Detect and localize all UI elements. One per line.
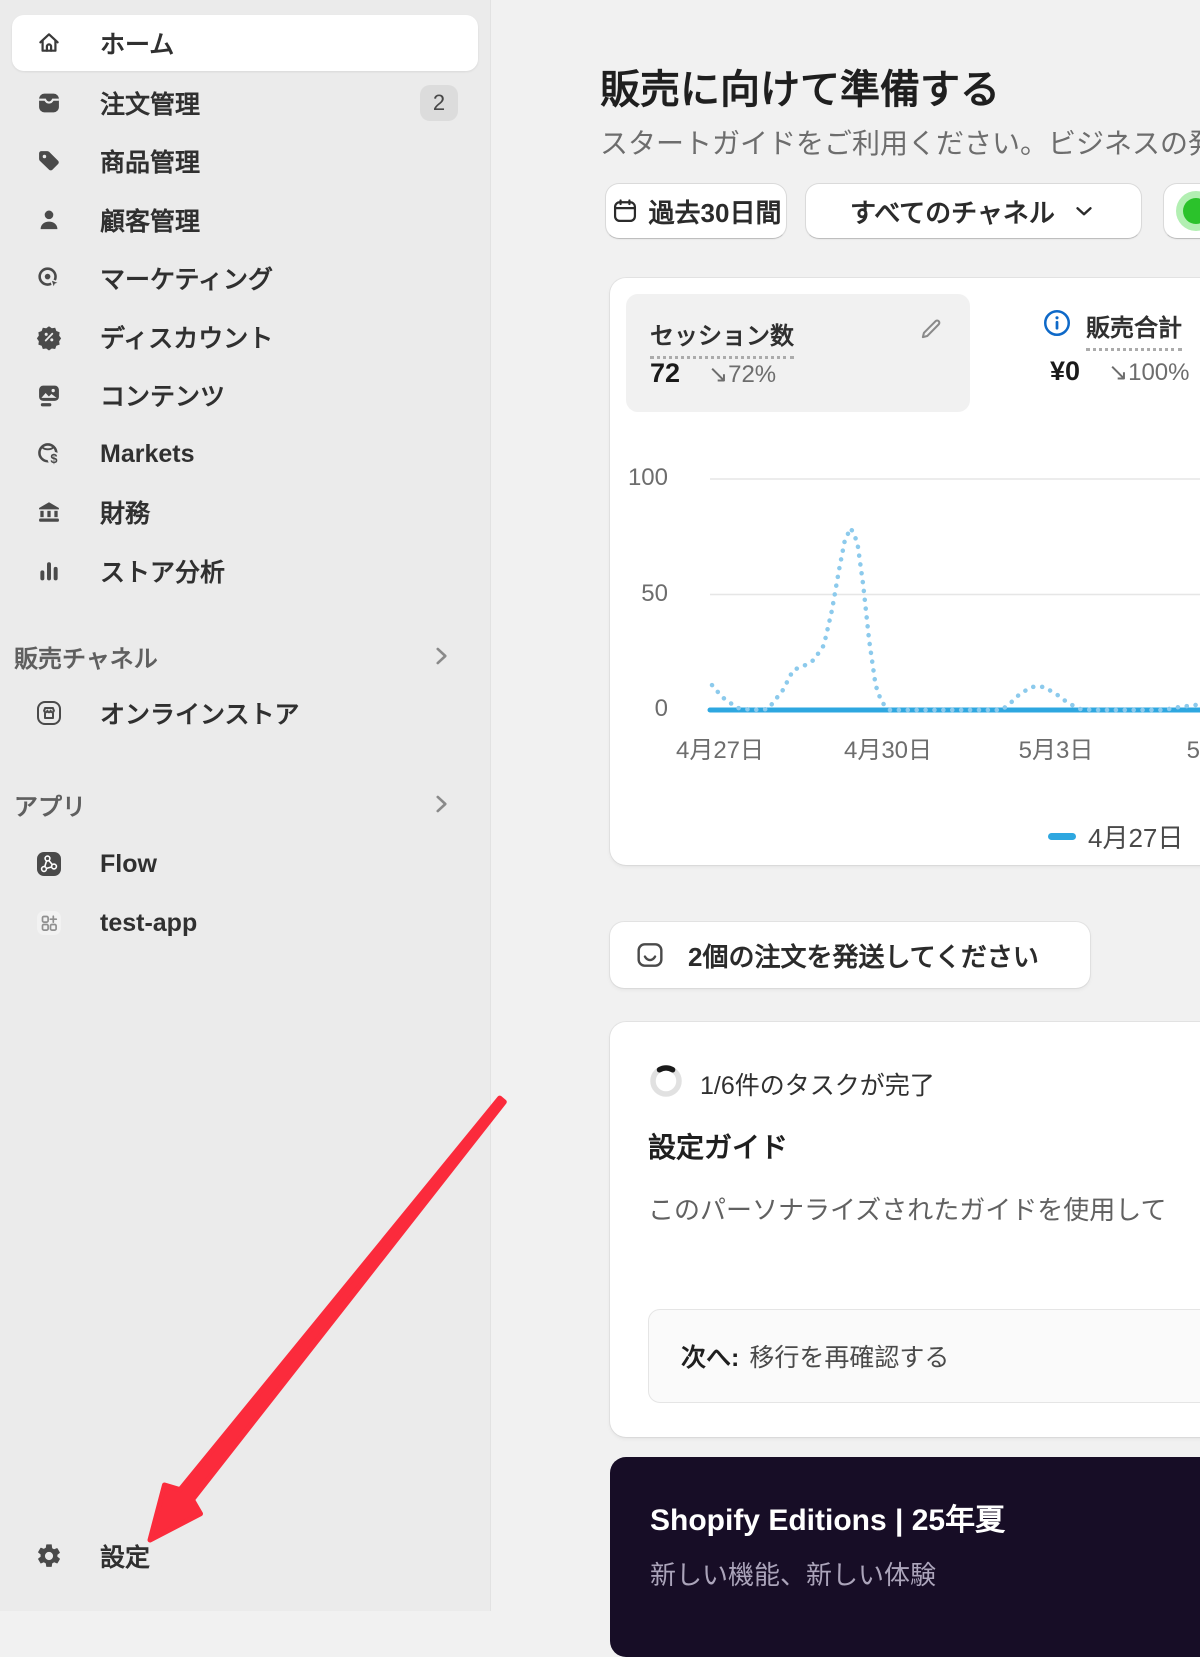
sidebar-item-label: 注文管理 bbox=[100, 85, 200, 121]
next-task-text: 移行を再確認する bbox=[749, 1338, 949, 1374]
online-store-icon bbox=[34, 698, 64, 728]
chevron-right-icon bbox=[428, 791, 454, 817]
x-tick-label: 4月30日 bbox=[818, 730, 958, 765]
editions-title: Shopify Editions | 25年夏 bbox=[650, 1495, 1005, 1539]
chart-legend: 4月27日 bbox=[1048, 818, 1183, 855]
sidebar-item-customers[interactable]: 顧客管理 bbox=[12, 192, 478, 248]
orders-count-badge: 2 bbox=[420, 85, 458, 121]
sessions-chart bbox=[610, 430, 1200, 760]
sidebar-item-test-app[interactable]: test-app bbox=[12, 895, 478, 951]
sidebar-item-label: オンラインストア bbox=[100, 695, 300, 731]
sessions-value: 72 bbox=[650, 358, 680, 389]
apps-title: アプリ bbox=[14, 787, 86, 822]
shopify-admin: { "colors": { "chart_solid": "#2ea7e0", … bbox=[0, 0, 1200, 1611]
channel-filter-label: すべてのチャネル bbox=[850, 193, 1055, 230]
sessions-delta: ↘72% bbox=[708, 360, 776, 389]
editions-subtitle: 新しい機能、新しい体験 bbox=[650, 1555, 936, 1592]
customers-icon bbox=[34, 205, 64, 235]
channel-filter-button[interactable]: すべてのチャネル bbox=[805, 183, 1142, 239]
sidebar-item-label: コンテンツ bbox=[100, 377, 225, 413]
fulfill-orders-banner[interactable]: 2個の注文を発送してください bbox=[610, 922, 1090, 988]
edit-pencil-icon[interactable] bbox=[918, 316, 944, 342]
sidebar-item-marketing[interactable]: マーケティング bbox=[12, 250, 478, 306]
sidebar-item-label: ディスカウント bbox=[100, 319, 273, 355]
sidebar-item-label: Flow bbox=[100, 850, 157, 879]
sidebar-item-analytics[interactable]: ストア分析 bbox=[12, 543, 478, 599]
sidebar-item-label: Markets bbox=[100, 440, 195, 469]
order-box-icon bbox=[634, 939, 666, 971]
next-label: 次へ: bbox=[681, 1338, 739, 1374]
sidebar-item-label: test-app bbox=[100, 909, 197, 938]
sidebar-item-label: ホーム bbox=[100, 25, 174, 61]
page-title: 販売に向けて準備する bbox=[600, 57, 1000, 115]
svg-text:$: $ bbox=[50, 451, 57, 466]
marketing-target-icon bbox=[34, 263, 64, 293]
x-tick-label: 5月6日 bbox=[1154, 730, 1200, 765]
sidebar-item-label: 財務 bbox=[100, 494, 150, 530]
analytics-card: セッション数 72 ↘72% 販売合計 ¥0 ↘100% 050100 4月27… bbox=[610, 278, 1200, 865]
calendar-icon bbox=[611, 197, 639, 225]
chevron-right-icon bbox=[428, 643, 454, 669]
sidebar-item-label: 顧客管理 bbox=[100, 202, 200, 238]
sidebar-item-flow[interactable]: Flow bbox=[12, 836, 478, 892]
sales-value: ¥0 bbox=[1050, 356, 1080, 387]
sales-channels-title: 販売チャネル bbox=[14, 639, 158, 674]
setup-progress-text: 1/6件のタスクが完了 bbox=[700, 1066, 935, 1102]
sidebar: ホーム 注文管理 2 商品管理 顧客管理 bbox=[0, 0, 491, 1611]
sidebar-item-discounts[interactable]: ディスカウント bbox=[12, 309, 478, 365]
sessions-metric-label: セッション数 bbox=[650, 316, 794, 359]
sales-metric-label[interactable]: 販売合計 bbox=[1086, 308, 1182, 351]
gear-icon bbox=[34, 1541, 64, 1571]
analytics-bars-icon bbox=[34, 556, 64, 586]
products-tag-icon bbox=[34, 146, 64, 176]
markets-globe-icon: $ bbox=[34, 439, 64, 469]
date-range-button[interactable]: 過去30日間 bbox=[605, 183, 787, 239]
sales-channels-header[interactable]: 販売チャネル bbox=[14, 636, 476, 676]
next-task-item[interactable]: 次へ: 移行を再確認する bbox=[648, 1309, 1200, 1403]
sidebar-item-online-store[interactable]: オンラインストア bbox=[12, 685, 478, 741]
content-image-icon bbox=[34, 380, 64, 410]
flow-app-icon bbox=[34, 849, 64, 879]
sessions-metric-tile[interactable]: セッション数 72 ↘72% bbox=[626, 294, 970, 412]
sidebar-item-content[interactable]: コンテンツ bbox=[12, 367, 478, 423]
setup-guide-title: 設定ガイド bbox=[648, 1126, 788, 1166]
sidebar-item-orders[interactable]: 注文管理 2 bbox=[12, 75, 478, 131]
x-tick-label: 4月27日 bbox=[650, 730, 790, 765]
fulfill-orders-text: 2個の注文を発送してください bbox=[688, 937, 1039, 974]
x-tick-label: 5月3日 bbox=[986, 730, 1126, 765]
sidebar-item-label: ストア分析 bbox=[100, 553, 225, 589]
legend-line-swatch bbox=[1048, 833, 1076, 840]
orders-icon bbox=[34, 88, 64, 118]
progress-donut bbox=[648, 1063, 684, 1099]
setup-guide-description: このパーソナライズされたガイドを使用して bbox=[648, 1190, 1166, 1227]
info-icon[interactable] bbox=[1042, 308, 1072, 338]
live-view-button[interactable] bbox=[1163, 183, 1200, 239]
finance-bank-icon bbox=[34, 497, 64, 527]
sales-delta: ↘100% bbox=[1108, 358, 1190, 387]
legend-label: 4月27日 bbox=[1088, 818, 1183, 855]
setup-guide-card: 1/6件のタスクが完了 設定ガイド このパーソナライズされたガイドを使用して 次… bbox=[610, 1022, 1200, 1437]
apps-header[interactable]: アプリ bbox=[14, 784, 476, 824]
test-app-icon bbox=[34, 908, 64, 938]
sidebar-item-label: 設定 bbox=[100, 1538, 150, 1574]
sidebar-item-finance[interactable]: 財務 bbox=[12, 484, 478, 540]
discount-icon bbox=[34, 322, 64, 352]
sidebar-item-products[interactable]: 商品管理 bbox=[12, 133, 478, 189]
date-range-label: 過去30日間 bbox=[649, 193, 782, 230]
chevron-down-icon bbox=[1071, 198, 1097, 224]
sidebar-item-label: 商品管理 bbox=[100, 143, 200, 179]
live-dot-icon bbox=[1176, 191, 1200, 231]
editions-card[interactable]: Shopify Editions | 25年夏 新しい機能、新しい体験 bbox=[610, 1457, 1200, 1657]
sidebar-item-markets[interactable]: $ Markets bbox=[12, 426, 478, 482]
sidebar-item-label: マーケティング bbox=[100, 260, 273, 296]
home-icon bbox=[34, 28, 64, 58]
page-subtitle: スタートガイドをご利用ください。ビジネスの発展 bbox=[600, 122, 1200, 162]
sidebar-item-home[interactable]: ホーム bbox=[12, 15, 478, 71]
sidebar-item-settings[interactable]: 設定 bbox=[12, 1528, 478, 1584]
